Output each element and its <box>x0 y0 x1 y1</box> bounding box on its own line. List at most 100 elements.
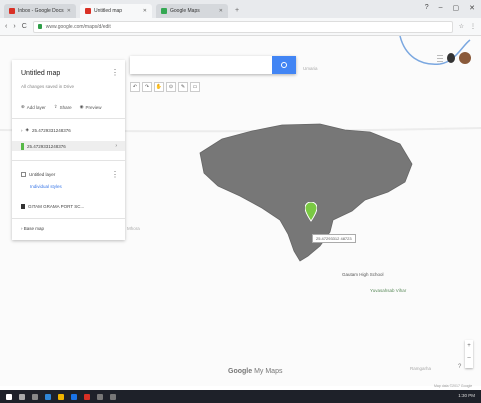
preview-label: Preview <box>85 104 102 110</box>
add-layer-icon: ⊕ <box>21 104 25 109</box>
address-bar: ‹ › C www.google.com/maps/d/edit ☆ ⋮ <box>0 18 481 36</box>
map-label-ramgarha: Ramgarha <box>410 366 432 371</box>
measure-button[interactable]: ▭ <box>190 82 200 92</box>
lock-icon <box>37 24 42 29</box>
untitled-layer-header[interactable]: Untitled layer <box>21 172 55 177</box>
more-options-icon[interactable]: ⋮ <box>111 68 119 77</box>
search-icon <box>281 62 287 68</box>
map-label-mhora: Mhora <box>127 226 140 231</box>
new-tab-button[interactable]: + <box>232 7 242 15</box>
region-polygon <box>199 123 413 262</box>
map-toolbar: ↶ ↷ ✋ ⊙ ✎ ▭ <box>130 82 200 92</box>
tab-untitled-map[interactable]: Untitled map ✕ <box>80 4 152 18</box>
divider <box>12 160 125 161</box>
map-marker-icon[interactable] <box>305 202 317 222</box>
map-title[interactable]: Untitled map <box>21 70 60 77</box>
help-icon[interactable]: ? <box>425 4 429 12</box>
back-button[interactable]: ‹ <box>5 23 7 30</box>
url-field[interactable]: www.google.com/maps/d/edit <box>32 20 453 33</box>
layer-item-label: GITAM GRAMA PORT SC... <box>28 204 85 209</box>
base-map-row[interactable]: › Base map <box>21 226 44 231</box>
share-label: Share <box>59 104 72 110</box>
reload-button[interactable]: C <box>22 23 27 30</box>
gmail-icon <box>9 8 15 14</box>
star-icon[interactable]: ☆ <box>459 23 464 30</box>
start-icon[interactable] <box>6 393 12 400</box>
preview-icon: ◉ <box>79 104 84 109</box>
layer-item[interactable]: GITAM GRAMA PORT SC... <box>21 204 84 209</box>
redo-button[interactable]: ↷ <box>142 82 152 92</box>
tab-google-maps[interactable]: Google Maps ✕ <box>156 4 228 18</box>
draw-line-button[interactable]: ✎ <box>178 82 188 92</box>
minimize-button[interactable]: – <box>439 4 443 12</box>
maximize-button[interactable]: ▢ <box>453 4 460 12</box>
store-icon[interactable] <box>71 393 77 400</box>
search-button[interactable] <box>272 56 296 74</box>
address-bar-actions: ☆ ⋮ <box>459 23 476 30</box>
chrome-icon[interactable] <box>84 393 90 400</box>
marker-label-callout[interactable]: 25.47293312 48723 <box>312 234 356 243</box>
my-maps-icon <box>85 8 91 14</box>
search-icon[interactable] <box>19 393 25 400</box>
tab-label: Google Maps <box>170 8 200 14</box>
save-status: All changes saved in Drive <box>21 84 75 89</box>
layer-visibility-checkbox[interactable] <box>21 172 26 177</box>
map-label-umaria: Umaria <box>303 66 318 71</box>
untitled-layer-label: Untitled layer <box>29 172 56 177</box>
my-maps-wordmark: My Maps <box>254 368 283 375</box>
google-wordmark: Google <box>228 368 253 375</box>
zoom-control[interactable]: + – <box>465 340 473 368</box>
green-marker-icon <box>21 142 24 150</box>
close-icon[interactable]: ✕ <box>67 8 71 14</box>
tab-label: Untitled map <box>94 8 123 14</box>
poi-label-school[interactable]: Gautam High School <box>342 272 384 277</box>
edge-icon[interactable] <box>45 393 51 400</box>
folder-icon[interactable] <box>58 393 64 400</box>
panel-actions: ⊕ Add layer ⇪ Share ◉ Preview <box>21 104 102 110</box>
avatar[interactable] <box>459 52 471 64</box>
divider <box>12 218 125 219</box>
app-icon[interactable] <box>110 393 116 400</box>
window-controls: ? – ▢ ✕ <box>425 4 475 12</box>
forward-button[interactable]: › <box>13 23 15 30</box>
help-icon[interactable]: ? <box>458 364 461 370</box>
undo-button[interactable]: ↶ <box>130 82 140 92</box>
expand-icon: › <box>21 127 23 133</box>
tab-inbox[interactable]: Inbox - Google Docs ✕ <box>4 4 76 18</box>
poi-label-vihar[interactable]: Yuvasahsab Vihar <box>370 288 406 293</box>
browser-tab-strip: Inbox - Google Docs ✕ Untitled map ✕ Goo… <box>0 0 481 18</box>
close-icon[interactable]: ✕ <box>143 8 147 14</box>
close-window-button[interactable]: ✕ <box>469 4 475 12</box>
layer-label: 25.4729331248376 <box>27 143 66 149</box>
marker-icon <box>21 204 25 209</box>
google-my-maps-logo: Google My Maps <box>228 368 282 375</box>
pin-icon: ◈ <box>25 127 29 132</box>
zoom-in-button[interactable]: + <box>465 340 473 352</box>
individual-styles-link[interactable]: Individual styles <box>30 184 62 189</box>
close-icon[interactable]: ✕ <box>219 8 223 14</box>
app-icon[interactable] <box>97 393 103 400</box>
add-marker-button[interactable]: ⊙ <box>166 82 176 92</box>
map-attribution: Map data ©2017 Google <box>434 384 473 388</box>
chevron-right-icon[interactable]: › <box>115 143 117 149</box>
task-view-icon[interactable] <box>32 393 38 400</box>
add-layer-button[interactable]: ⊕ Add layer <box>21 104 46 110</box>
menu-icon[interactable]: ⋮ <box>470 23 476 30</box>
layer-row-selected[interactable]: 25.4729331248376 › <box>12 141 125 151</box>
base-map-label: Base map <box>23 226 45 231</box>
individual-styles-label: Individual styles <box>30 184 62 189</box>
os-taskbar: 1:30 PM <box>0 390 481 403</box>
maps-icon <box>161 8 167 14</box>
share-button[interactable]: ⇪ Share <box>54 104 72 110</box>
notifications-icon[interactable] <box>447 53 455 63</box>
taskbar-clock: 1:30 PM <box>458 393 475 398</box>
layer-options-icon[interactable]: ⋮ <box>111 170 119 179</box>
zoom-out-button[interactable]: – <box>465 352 473 364</box>
apps-icon[interactable] <box>437 54 443 62</box>
add-layer-label: Add layer <box>26 104 46 110</box>
pan-tool-button[interactable]: ✋ <box>154 82 164 92</box>
layer-row-collapsed[interactable]: › ◈ 25.4729331248376 <box>21 127 71 133</box>
preview-button[interactable]: ◉ Preview <box>80 104 102 110</box>
tab-label: Inbox - Google Docs <box>18 8 64 14</box>
account-area <box>437 52 471 64</box>
